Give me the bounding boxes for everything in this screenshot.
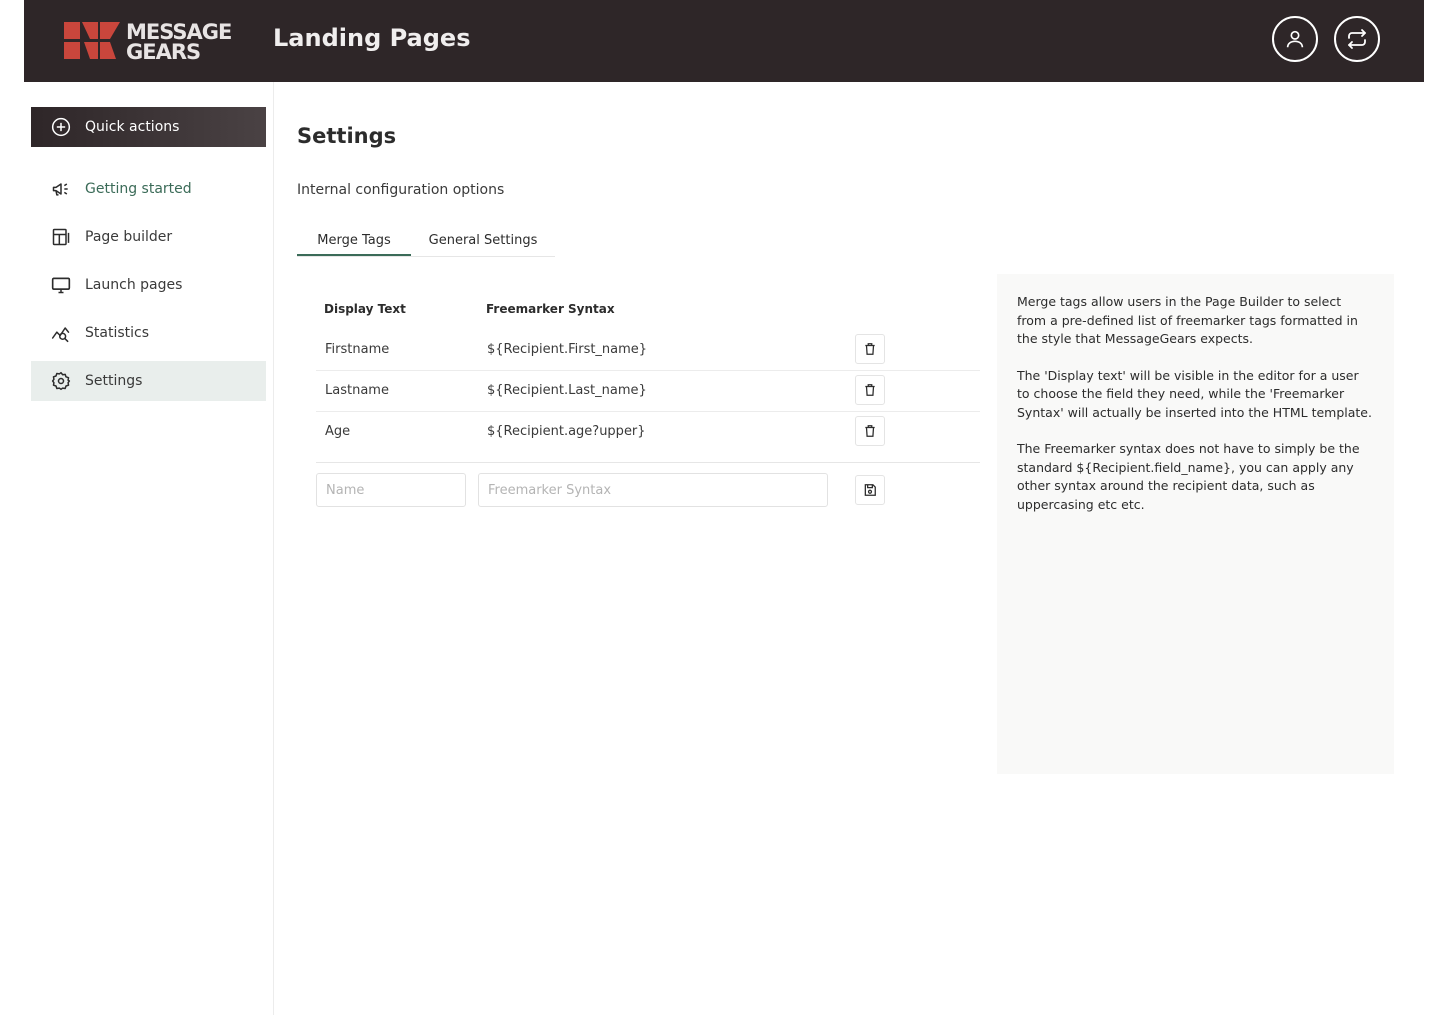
syntax-cell: ${Recipient.age?upper} bbox=[487, 423, 646, 439]
page-subtitle: Internal configuration options bbox=[297, 182, 505, 198]
column-header-freemarker-syntax: Freemarker Syntax bbox=[486, 302, 615, 316]
display-text-cell: Lastname bbox=[325, 382, 389, 398]
trash-icon bbox=[865, 425, 875, 437]
page-title: Settings bbox=[297, 124, 397, 148]
column-header-display-text: Display Text bbox=[324, 302, 406, 316]
megaphone-icon bbox=[52, 183, 68, 196]
table-row: Lastname ${Recipient.Last_name} bbox=[316, 370, 980, 412]
sidebar-item-settings[interactable]: Settings bbox=[31, 361, 266, 401]
profile-button[interactable] bbox=[1272, 16, 1318, 62]
settings-tabs: Merge Tags General Settings bbox=[297, 226, 555, 257]
sidebar-item-label: Page builder bbox=[85, 229, 173, 245]
table-row: Firstname ${Recipient.First_name} bbox=[316, 329, 980, 371]
app-title: Landing Pages bbox=[273, 24, 471, 52]
logo-line-2: GEARS bbox=[126, 40, 201, 64]
sidebar-item-label: Settings bbox=[85, 373, 143, 389]
display-text-cell: Age bbox=[325, 423, 351, 439]
plus-circle-icon bbox=[51, 117, 71, 137]
messagegears-logo[interactable]: MESSAGE GEARS bbox=[64, 20, 234, 64]
delete-button[interactable] bbox=[855, 416, 885, 446]
user-icon bbox=[1286, 30, 1304, 48]
save-icon bbox=[864, 484, 876, 496]
quick-actions-label: Quick actions bbox=[85, 119, 180, 135]
sidebar-item-label: Launch pages bbox=[85, 277, 183, 293]
delete-button[interactable] bbox=[855, 334, 885, 364]
tab-general-settings[interactable]: General Settings bbox=[411, 226, 555, 255]
top-bar: MESSAGE GEARS Landing Pages bbox=[24, 0, 1424, 82]
logo-mark-icon bbox=[64, 22, 120, 59]
trash-icon bbox=[865, 343, 875, 355]
switch-app-button[interactable] bbox=[1334, 16, 1380, 62]
sidebar-item-label: Statistics bbox=[85, 325, 149, 341]
trash-icon bbox=[865, 384, 875, 396]
syntax-cell: ${Recipient.Last_name} bbox=[487, 382, 647, 398]
sidebar-item-launch-pages[interactable]: Launch pages bbox=[31, 265, 266, 305]
monitor-icon bbox=[51, 277, 71, 294]
save-button[interactable] bbox=[855, 475, 885, 505]
freemarker-syntax-input[interactable] bbox=[478, 473, 828, 507]
chart-search-icon bbox=[51, 327, 70, 343]
add-row-divider bbox=[316, 462, 980, 463]
gear-icon bbox=[51, 371, 71, 391]
merge-tags-help-panel: Merge tags allow users in the Page Build… bbox=[997, 274, 1394, 774]
sidebar-divider bbox=[273, 82, 274, 1015]
help-paragraph: The Freemarker syntax does not have to s… bbox=[1017, 441, 1360, 512]
tab-merge-tags[interactable]: Merge Tags bbox=[297, 226, 411, 256]
help-paragraph: Merge tags allow users in the Page Build… bbox=[1017, 294, 1358, 346]
syntax-cell: ${Recipient.First_name} bbox=[487, 341, 648, 357]
logo-line-1: MESSAGE bbox=[126, 20, 232, 44]
sidebar-item-label: Getting started bbox=[85, 181, 192, 197]
swap-icon bbox=[1348, 29, 1366, 49]
logo-wordmark: MESSAGE GEARS bbox=[126, 20, 232, 64]
help-paragraph: The 'Display text' will be visible in th… bbox=[1017, 367, 1372, 420]
sidebar-item-statistics[interactable]: Statistics bbox=[31, 313, 266, 353]
sidebar-item-page-builder[interactable]: Page builder bbox=[31, 217, 266, 257]
table-row: Age ${Recipient.age?upper} bbox=[316, 411, 980, 452]
sidebar-item-getting-started[interactable]: Getting started bbox=[31, 169, 266, 209]
quick-actions-button[interactable]: Quick actions bbox=[31, 107, 266, 147]
display-text-cell: Firstname bbox=[325, 341, 390, 357]
delete-button[interactable] bbox=[855, 375, 885, 405]
name-input[interactable] bbox=[316, 473, 466, 507]
layout-icon bbox=[52, 228, 70, 246]
